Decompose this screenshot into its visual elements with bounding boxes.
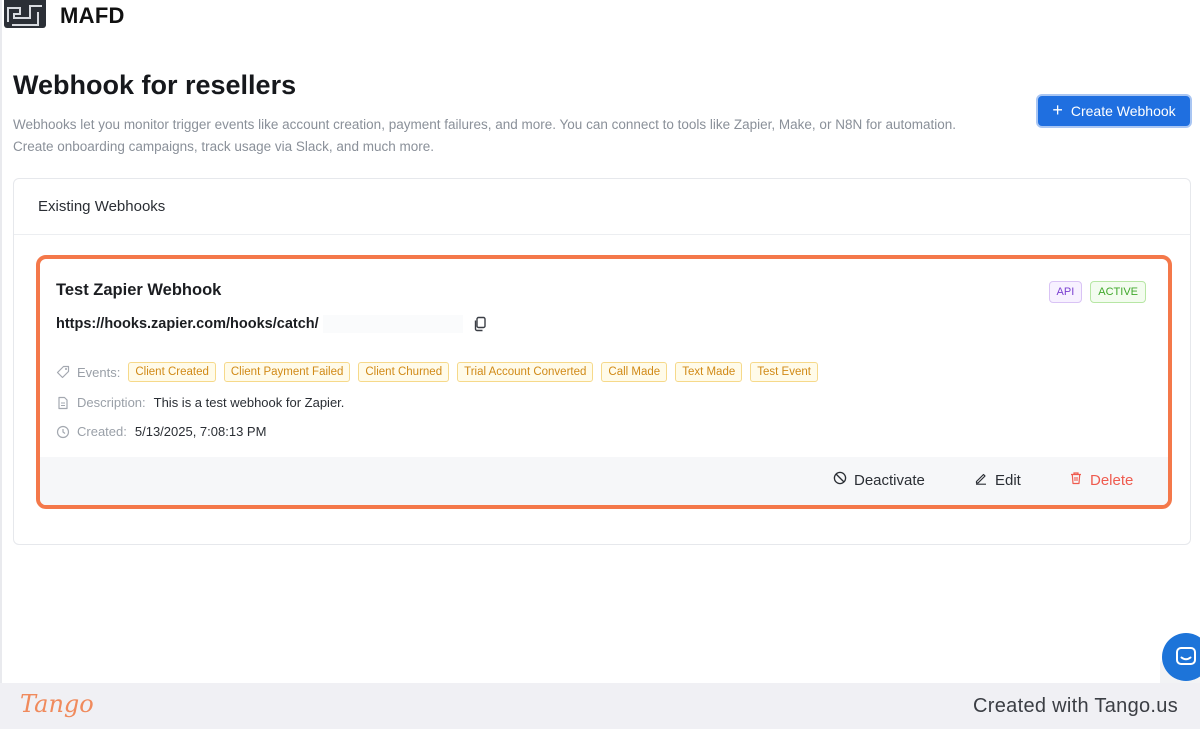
panel-title: Existing Webhooks bbox=[38, 198, 166, 215]
description-label: Description: bbox=[77, 395, 146, 410]
copy-icon[interactable] bbox=[473, 316, 487, 332]
events-row: Events: Client Created Client Payment Fa… bbox=[56, 362, 818, 382]
plus-icon: + bbox=[1052, 100, 1063, 120]
event-tag: Trial Account Converted bbox=[457, 362, 594, 382]
webhook-url-row: https://hooks.zapier.com/hooks/catch/ bbox=[56, 315, 487, 333]
delete-label: Delete bbox=[1090, 471, 1134, 489]
edit-button[interactable]: Edit bbox=[974, 471, 1021, 489]
app-frame: MAFD Webhook for resellers Webhooks let … bbox=[0, 0, 1200, 683]
event-tag: Client Payment Failed bbox=[223, 362, 351, 382]
clock-icon bbox=[56, 425, 70, 439]
event-tag: Client Churned bbox=[358, 362, 450, 382]
created-label: Created: bbox=[77, 424, 127, 439]
webhook-card: Test Zapier Webhook https://hooks.zapier… bbox=[36, 255, 1172, 509]
edit-label: Edit bbox=[995, 471, 1021, 489]
status-badge: ACTIVE bbox=[1090, 281, 1146, 303]
page-description-line: Webhooks let you monitor trigger events … bbox=[13, 117, 956, 132]
page-description-line: Create onboarding campaigns, track usage… bbox=[13, 139, 434, 154]
created-row: Created: 5/13/2025, 7:08:13 PM bbox=[56, 424, 266, 439]
event-tags: Client Created Client Payment Failed Cli… bbox=[128, 362, 818, 382]
document-icon bbox=[56, 396, 70, 410]
delete-button[interactable]: Delete bbox=[1069, 471, 1133, 489]
tango-footer: Tango Created with Tango.us bbox=[0, 683, 1200, 729]
page-description: Webhooks let you monitor trigger events … bbox=[13, 114, 993, 158]
chat-icon bbox=[1176, 647, 1196, 665]
webhook-badges: API ACTIVE bbox=[1048, 281, 1146, 303]
panel-header: Existing Webhooks bbox=[14, 179, 1190, 235]
create-webhook-label: Create Webhook bbox=[1070, 103, 1176, 119]
event-tag: Client Created bbox=[128, 362, 216, 382]
tag-icon bbox=[56, 365, 70, 379]
deactivate-button[interactable]: Deactivate bbox=[833, 471, 925, 489]
brand-name: MAFD bbox=[60, 3, 125, 28]
tango-logo: Tango bbox=[20, 690, 94, 718]
events-label: Events: bbox=[77, 364, 121, 380]
existing-webhooks-panel: Existing Webhooks Test Zapier Webhook ht… bbox=[13, 178, 1191, 545]
description-value: This is a test webhook for Zapier. bbox=[153, 395, 345, 410]
page-title: Webhook for resellers bbox=[13, 70, 297, 100]
webhook-actions-bar: Deactivate Edit Delete bbox=[40, 457, 1168, 505]
webhook-url: https://hooks.zapier.com/hooks/catch/ bbox=[56, 316, 319, 332]
created-value: 5/13/2025, 7:08:13 PM bbox=[134, 424, 267, 439]
event-tag: Text Made bbox=[675, 362, 743, 382]
redacted-url-segment bbox=[322, 315, 463, 333]
event-tag: Call Made bbox=[601, 362, 668, 382]
deactivate-label: Deactivate bbox=[854, 471, 925, 489]
event-tag: Test Event bbox=[750, 362, 818, 382]
brand-logo[interactable] bbox=[4, 0, 46, 28]
webhook-name: Test Zapier Webhook bbox=[56, 281, 222, 299]
ban-icon bbox=[833, 471, 847, 489]
tango-credit: Created with Tango.us bbox=[973, 695, 1178, 717]
pencil-icon bbox=[974, 471, 988, 489]
create-webhook-button[interactable]: + Create Webhook bbox=[1036, 94, 1192, 128]
api-badge: API bbox=[1048, 281, 1083, 303]
description-row: Description: This is a test webhook for … bbox=[56, 395, 344, 410]
trash-icon bbox=[1069, 471, 1083, 489]
